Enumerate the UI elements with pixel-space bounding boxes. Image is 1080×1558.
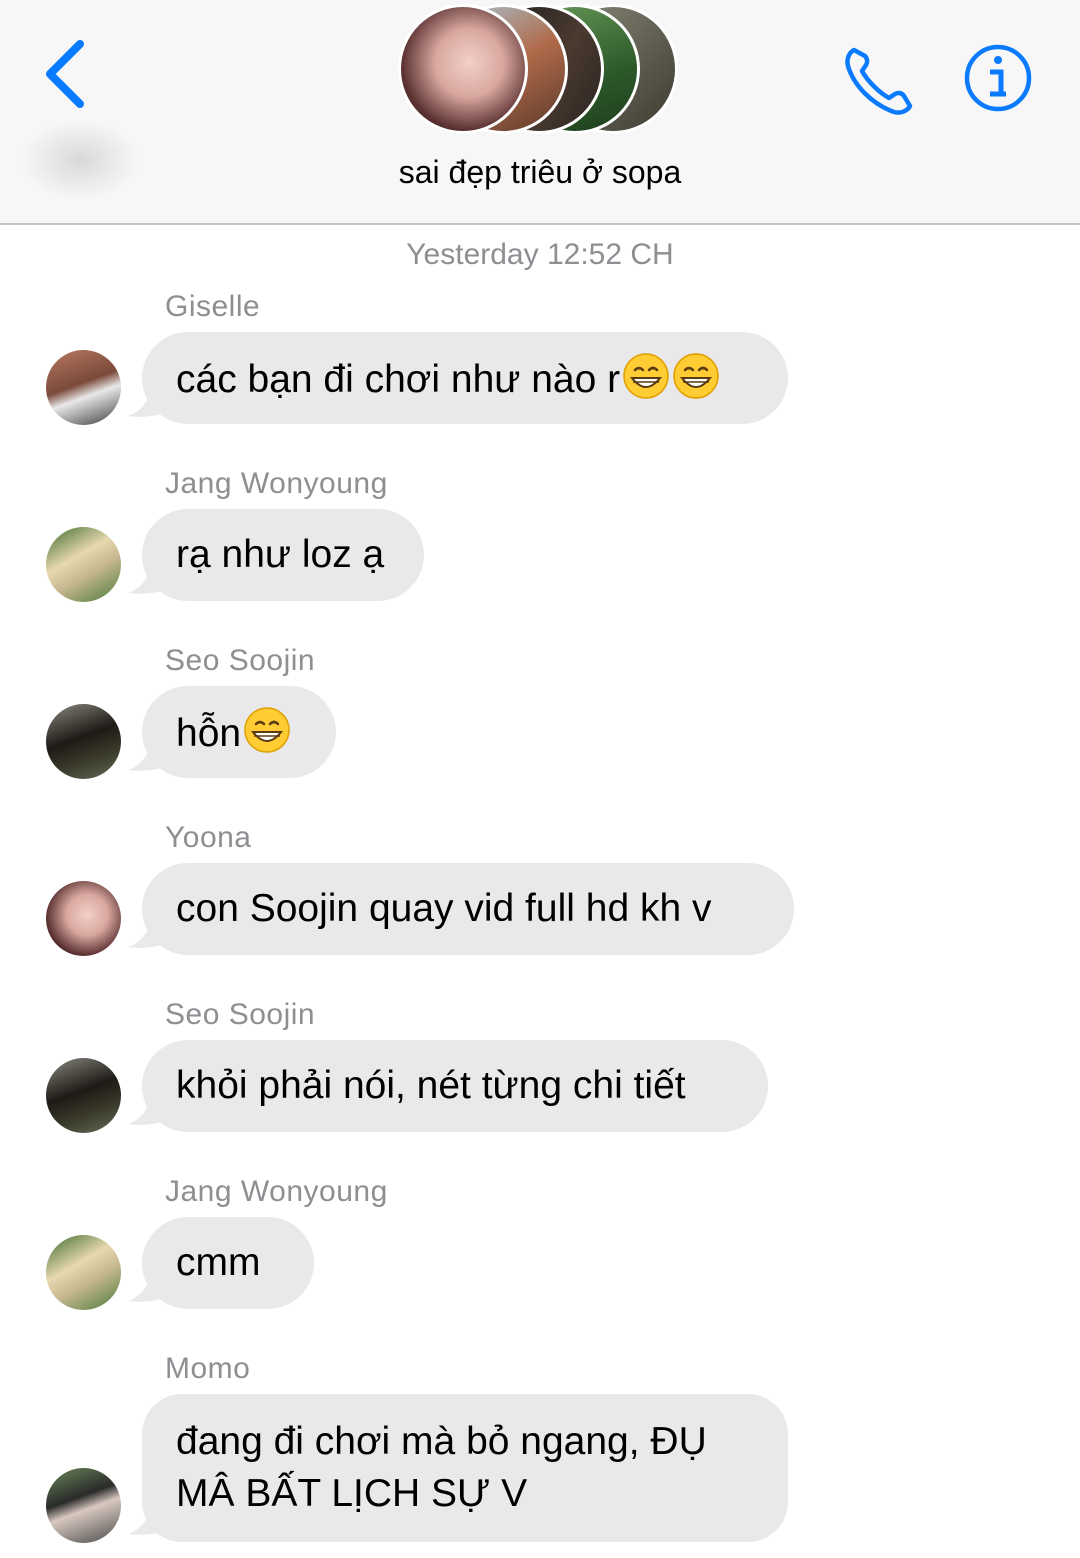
sender-name: Momo [165, 1352, 251, 1385]
avatar[interactable] [46, 527, 121, 602]
message-text: con Soojin quay vid full hd kh v [176, 887, 712, 930]
phone-icon [845, 47, 913, 115]
info-button[interactable] [962, 42, 1034, 114]
message-timestamp: Yesterday 12:52 CH [406, 238, 674, 271]
sender-name: Seo Soojin [165, 998, 316, 1031]
message-text: khỏi phải nói, nét từng chi tiết [176, 1064, 686, 1107]
grinning-face-icon [673, 353, 719, 399]
message-text: hỗn [176, 712, 242, 755]
avatar[interactable] [46, 1058, 121, 1133]
sender-name: Yoona [165, 821, 252, 854]
sender-name: Seo Soojin [165, 644, 316, 677]
sender-name: Giselle [165, 290, 261, 323]
message-text: rạ như loz ạ [176, 533, 385, 576]
grinning-face-icon [244, 707, 290, 753]
message-text: các bạn đi chơi như nào r [176, 358, 621, 401]
message-bubble[interactable]: con Soojin quay vid full hd kh v [142, 863, 794, 955]
avatar[interactable] [46, 1468, 121, 1543]
group-name[interactable]: sai đẹp triêu ở sopa [0, 154, 1080, 191]
message-bubble[interactable]: cmm [142, 1217, 314, 1309]
sender-name: Jang Wonyoung [165, 467, 388, 500]
sender-name: Jang Wonyoung [165, 1175, 388, 1208]
avatar[interactable] [46, 1235, 121, 1310]
message-text: cmm [176, 1241, 261, 1284]
message-bubble[interactable]: hỗn [142, 686, 336, 778]
message-bubble[interactable]: đang đi chơi mà bỏ ngang, ĐỤ MÂ BẤT LỊCH… [142, 1394, 788, 1542]
group-avatar-1 [398, 4, 528, 134]
conversation-header: sai đẹp triêu ở sopa [0, 0, 1080, 225]
message-bubble[interactable]: rạ như loz ạ [142, 509, 424, 601]
message-bubble[interactable]: các bạn đi chơi như nào r [142, 332, 788, 424]
avatar[interactable] [46, 704, 121, 779]
info-icon [964, 44, 1032, 112]
back-button[interactable] [36, 36, 96, 116]
message-text: đang đi chơi mà bỏ ngang, ĐỤ MÂ BẤT LỊCH… [176, 1420, 707, 1515]
call-button[interactable] [840, 40, 920, 120]
grinning-face-icon [623, 353, 669, 399]
chevron-left-icon [46, 40, 84, 108]
message-bubble[interactable]: khỏi phải nói, nét từng chi tiết [142, 1040, 768, 1132]
avatar[interactable] [46, 881, 121, 956]
group-avatar-stack[interactable] [398, 4, 688, 138]
avatar[interactable] [46, 350, 121, 425]
